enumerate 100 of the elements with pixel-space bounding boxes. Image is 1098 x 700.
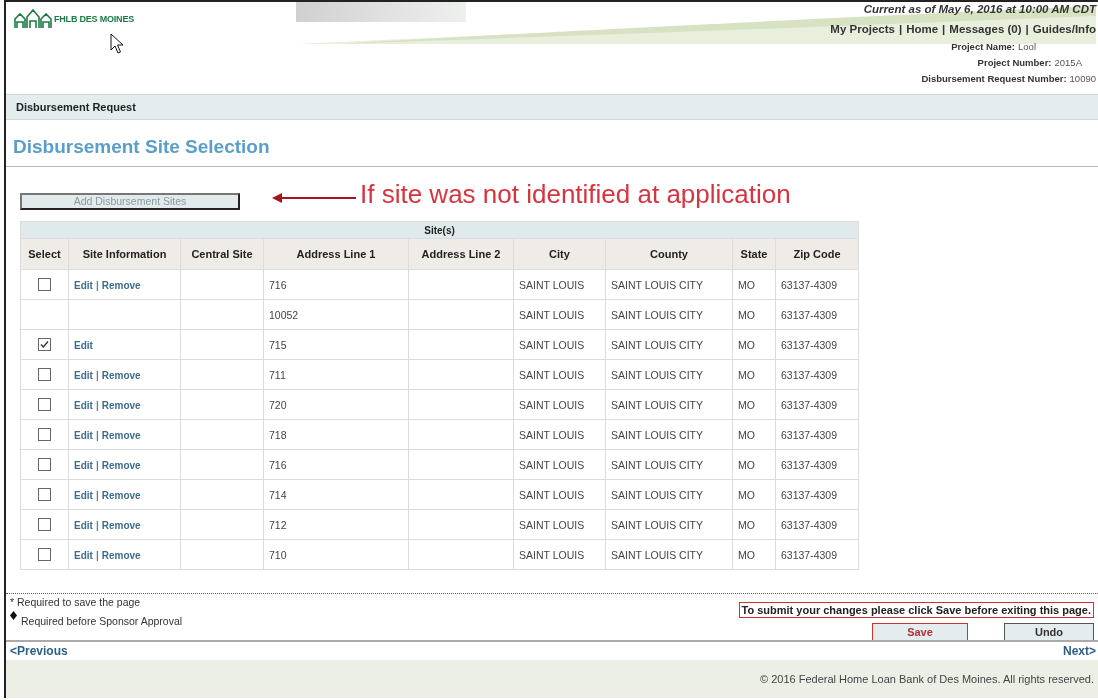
nav-separator: | <box>1025 23 1029 35</box>
column-header: Address Line 2 <box>408 238 514 270</box>
table-cell: SAINT LOUIS CITY <box>605 269 733 300</box>
select-checkbox[interactable] <box>38 488 51 502</box>
undo-button[interactable]: Undo <box>1004 623 1094 641</box>
table-cell: SAINT LOUIS CITY <box>605 509 733 540</box>
column-header: Zip Code <box>775 238 859 270</box>
table-cell: MO <box>732 299 776 330</box>
column-header: Select <box>20 238 69 270</box>
table-cell: MO <box>732 359 776 390</box>
nav-link[interactable]: Messages (0) <box>949 23 1022 35</box>
table-cell: MO <box>732 509 776 540</box>
link-separator: | <box>95 489 99 501</box>
table-cell: SAINT LOUIS CITY <box>605 299 733 330</box>
remove-link[interactable]: Remove <box>101 429 141 441</box>
edit-link[interactable]: Edit <box>74 519 93 531</box>
note-text: Required before Sponsor Approval <box>21 615 183 627</box>
table-cell: SAINT LOUIS CITY <box>605 539 733 570</box>
link-separator: | <box>95 459 99 471</box>
table-cell: MO <box>732 389 776 420</box>
as-of-timestamp: Current as of May 6, 2016 at 10:00 AM CDT <box>863 2 1096 17</box>
table-cell: 712 <box>263 509 409 540</box>
info-label: Project Name: <box>951 41 1016 52</box>
diamond-icon <box>10 611 17 620</box>
previous-link[interactable]: <Previous <box>10 644 68 658</box>
nav-link[interactable]: Home <box>906 23 939 35</box>
table-cell: 715 <box>263 329 409 360</box>
table-cell: SAINT LOUIS CITY <box>605 389 733 420</box>
section-bar: Disbursement Request <box>6 94 1098 120</box>
save-notice: To submit your changes please click Save before exiting this page. <box>738 602 1094 618</box>
column-header: Site Information <box>68 238 181 270</box>
table-cell: MO <box>732 329 776 360</box>
remove-link[interactable]: Remove <box>101 399 141 411</box>
remove-link[interactable]: Remove <box>101 279 141 291</box>
link-separator: | <box>95 549 99 561</box>
remove-link[interactable]: Remove <box>101 519 141 531</box>
edit-link[interactable]: Edit <box>74 549 93 561</box>
info-label: Project Number: <box>977 57 1052 68</box>
nav-separator: | <box>898 23 903 35</box>
select-checkbox[interactable] <box>38 518 51 532</box>
table-cell: 710 <box>263 539 409 570</box>
table-cell: SAINT LOUIS CITY <box>605 359 733 390</box>
column-header: Central Site <box>180 238 264 270</box>
table-cell: 63137-4309 <box>775 329 859 360</box>
link-separator: | <box>95 519 99 531</box>
remove-link[interactable]: Remove <box>101 459 141 471</box>
annotation-text: If site was not identified at application <box>360 178 791 210</box>
table-cell: 10052 <box>263 299 409 330</box>
table-cell: SAINT LOUIS <box>513 419 606 450</box>
table-cell: 718 <box>263 419 409 450</box>
table-cell: 711 <box>263 359 409 390</box>
next-link[interactable]: Next> <box>1062 644 1096 658</box>
info-value: 10090 <box>1069 73 1096 84</box>
table-cell: MO <box>732 449 776 480</box>
edit-link[interactable]: Edit <box>74 459 93 471</box>
remove-link[interactable]: Remove <box>101 549 141 561</box>
table-cell: SAINT LOUIS CITY <box>605 419 733 450</box>
nav-link[interactable]: Guides/Info <box>1032 23 1096 35</box>
edit-link[interactable]: Edit <box>74 489 93 501</box>
table-cell: MO <box>732 419 776 450</box>
page-title: Disbursement Site Selection <box>12 135 271 159</box>
table-cell: 716 <box>263 269 409 300</box>
select-checkbox[interactable] <box>38 428 51 442</box>
table-cell: 714 <box>263 479 409 510</box>
table-cell: 720 <box>263 389 409 420</box>
table-cell: 63137-4309 <box>775 479 859 510</box>
edit-link[interactable]: Edit <box>74 339 93 351</box>
table-cell: 63137-4309 <box>775 299 859 330</box>
table-cell: SAINT LOUIS CITY <box>605 479 733 510</box>
select-checkbox[interactable] <box>38 548 51 562</box>
nav-link[interactable]: My Projects <box>830 23 895 35</box>
link-separator: | <box>95 279 99 291</box>
table-cell: SAINT LOUIS <box>513 479 606 510</box>
note-text: * Required to save the page <box>10 596 141 608</box>
table-cell: SAINT LOUIS CITY <box>605 329 733 360</box>
table-cell: 63137-4309 <box>775 389 859 420</box>
save-button[interactable]: Save <box>872 623 968 641</box>
select-checkbox[interactable] <box>38 338 51 352</box>
table-cell: SAINT LOUIS <box>513 509 606 540</box>
info-value: 2015A <box>1054 57 1082 68</box>
select-checkbox[interactable] <box>38 398 51 412</box>
select-checkbox[interactable] <box>38 458 51 472</box>
table-cell: SAINT LOUIS <box>513 359 606 390</box>
link-separator: | <box>95 369 99 381</box>
select-checkbox[interactable] <box>38 368 51 382</box>
edit-link[interactable]: Edit <box>74 399 93 411</box>
edit-link[interactable]: Edit <box>74 279 93 291</box>
table-cell: 63137-4309 <box>775 269 859 300</box>
houses-logo-icon <box>14 9 52 29</box>
remove-link[interactable]: Remove <box>101 369 141 381</box>
remove-link[interactable]: Remove <box>101 489 141 501</box>
nav-separator: | <box>942 23 946 35</box>
info-value: Lool <box>1018 41 1036 52</box>
table-cell: SAINT LOUIS <box>513 269 606 300</box>
link-separator: | <box>95 399 99 411</box>
edit-link[interactable]: Edit <box>74 369 93 381</box>
edit-link[interactable]: Edit <box>74 429 93 441</box>
select-checkbox[interactable] <box>38 278 51 292</box>
table-cell: SAINT LOUIS <box>513 539 606 570</box>
table-cell: MO <box>732 269 776 300</box>
